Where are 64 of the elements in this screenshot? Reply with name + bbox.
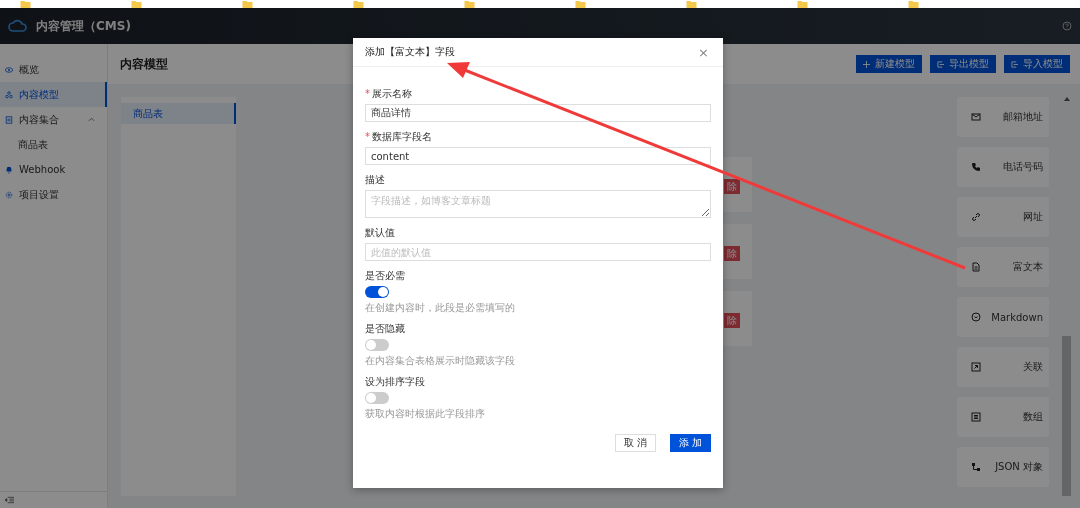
sidebar-item[interactable]: 内容集合 <box>0 107 107 132</box>
model-list-item[interactable]: 商品表 <box>121 103 236 124</box>
field-type-card[interactable]: 数组 <box>957 397 1049 437</box>
export-icon <box>937 60 944 68</box>
field-label: 描述 <box>365 173 386 187</box>
field-label: 是否必需 <box>365 269 406 283</box>
field-label: 是否隐藏 <box>365 322 406 336</box>
sidebar-item[interactable]: 概览 <box>0 57 107 82</box>
collapse-menu-icon[interactable] <box>5 496 14 504</box>
envelope-icon <box>971 112 981 122</box>
field-type-card[interactable]: 电话号码 <box>957 147 1049 187</box>
delete-button[interactable]: 除 <box>724 313 740 328</box>
field-label: 默认值 <box>365 226 396 240</box>
new-model-button[interactable]: 新建模型 <box>856 55 922 73</box>
field-label: 设为排序字段 <box>365 375 426 389</box>
phone-icon <box>971 162 981 172</box>
field-type-card[interactable]: 网址 <box>957 197 1049 237</box>
delete-button[interactable]: 除 <box>724 246 740 261</box>
text-field[interactable]: 此值的默认值 <box>365 243 711 261</box>
sidebar-item[interactable]: 项目设置 <box>0 182 107 207</box>
field-hint: 获取内容时根据此字段排序 <box>365 407 486 421</box>
cancel-button[interactable]: 取 消 <box>614 434 656 452</box>
bell-icon <box>5 165 13 174</box>
cloud-logo-icon <box>8 19 28 33</box>
text-field[interactable]: 商品详情 <box>365 104 711 122</box>
scroll-up-icon[interactable] <box>1063 97 1070 101</box>
import-model-button[interactable]: 导入模型 <box>1004 55 1070 73</box>
eye-icon <box>5 65 13 74</box>
nodes-icon <box>971 462 981 472</box>
close-button[interactable]: × <box>696 45 711 59</box>
gear-icon <box>5 190 13 199</box>
field-type-card[interactable]: 关联 <box>957 347 1049 387</box>
help-icon[interactable] <box>1062 21 1072 31</box>
app-title: 内容管理（CMS) <box>36 17 131 35</box>
export-model-button[interactable]: 导出模型 <box>930 55 996 73</box>
arrow-box-icon <box>971 362 981 372</box>
list-icon <box>5 115 13 124</box>
list-box-icon <box>971 412 981 422</box>
plus-icon <box>863 60 870 68</box>
description-field[interactable]: 字段描述，如博客文章标题 <box>365 190 711 218</box>
field-hint: 在内容集合表格展示时隐藏该字段 <box>365 354 516 368</box>
page-title: 内容模型 <box>120 55 168 73</box>
delete-button[interactable]: 除 <box>724 179 740 194</box>
document-icon <box>971 262 981 272</box>
sidebar-subitem[interactable]: 商品表 <box>0 132 107 157</box>
field-hint: 在创建内容时，此段是必需填写的 <box>365 301 516 315</box>
text-field[interactable]: content <box>365 147 711 165</box>
link-icon <box>971 212 981 222</box>
field-label: * 数据库字段名 <box>365 130 433 144</box>
scrollbar-thumb[interactable] <box>1062 336 1071 496</box>
field-label: * 展示名称 <box>365 87 413 101</box>
sidebar-item[interactable]: Webhook <box>0 157 107 182</box>
dialog-title: 添加【富文本】字段 <box>365 45 455 59</box>
nodes-icon <box>5 90 13 99</box>
field-type-card[interactable]: 邮箱地址 <box>957 97 1049 137</box>
field-type-card[interactable]: JSON 对象 <box>957 447 1049 487</box>
sidebar-item[interactable]: 内容模型 <box>0 82 107 107</box>
export-icon <box>1011 60 1018 68</box>
field-type-card[interactable]: 富文本 <box>957 247 1049 287</box>
toggle-switch[interactable] <box>365 339 389 351</box>
toggle-switch[interactable] <box>365 286 389 298</box>
add-button[interactable]: 添 加 <box>669 434 711 452</box>
toggle-switch[interactable] <box>365 392 389 404</box>
field-type-card[interactable]: Markdown <box>957 297 1049 337</box>
